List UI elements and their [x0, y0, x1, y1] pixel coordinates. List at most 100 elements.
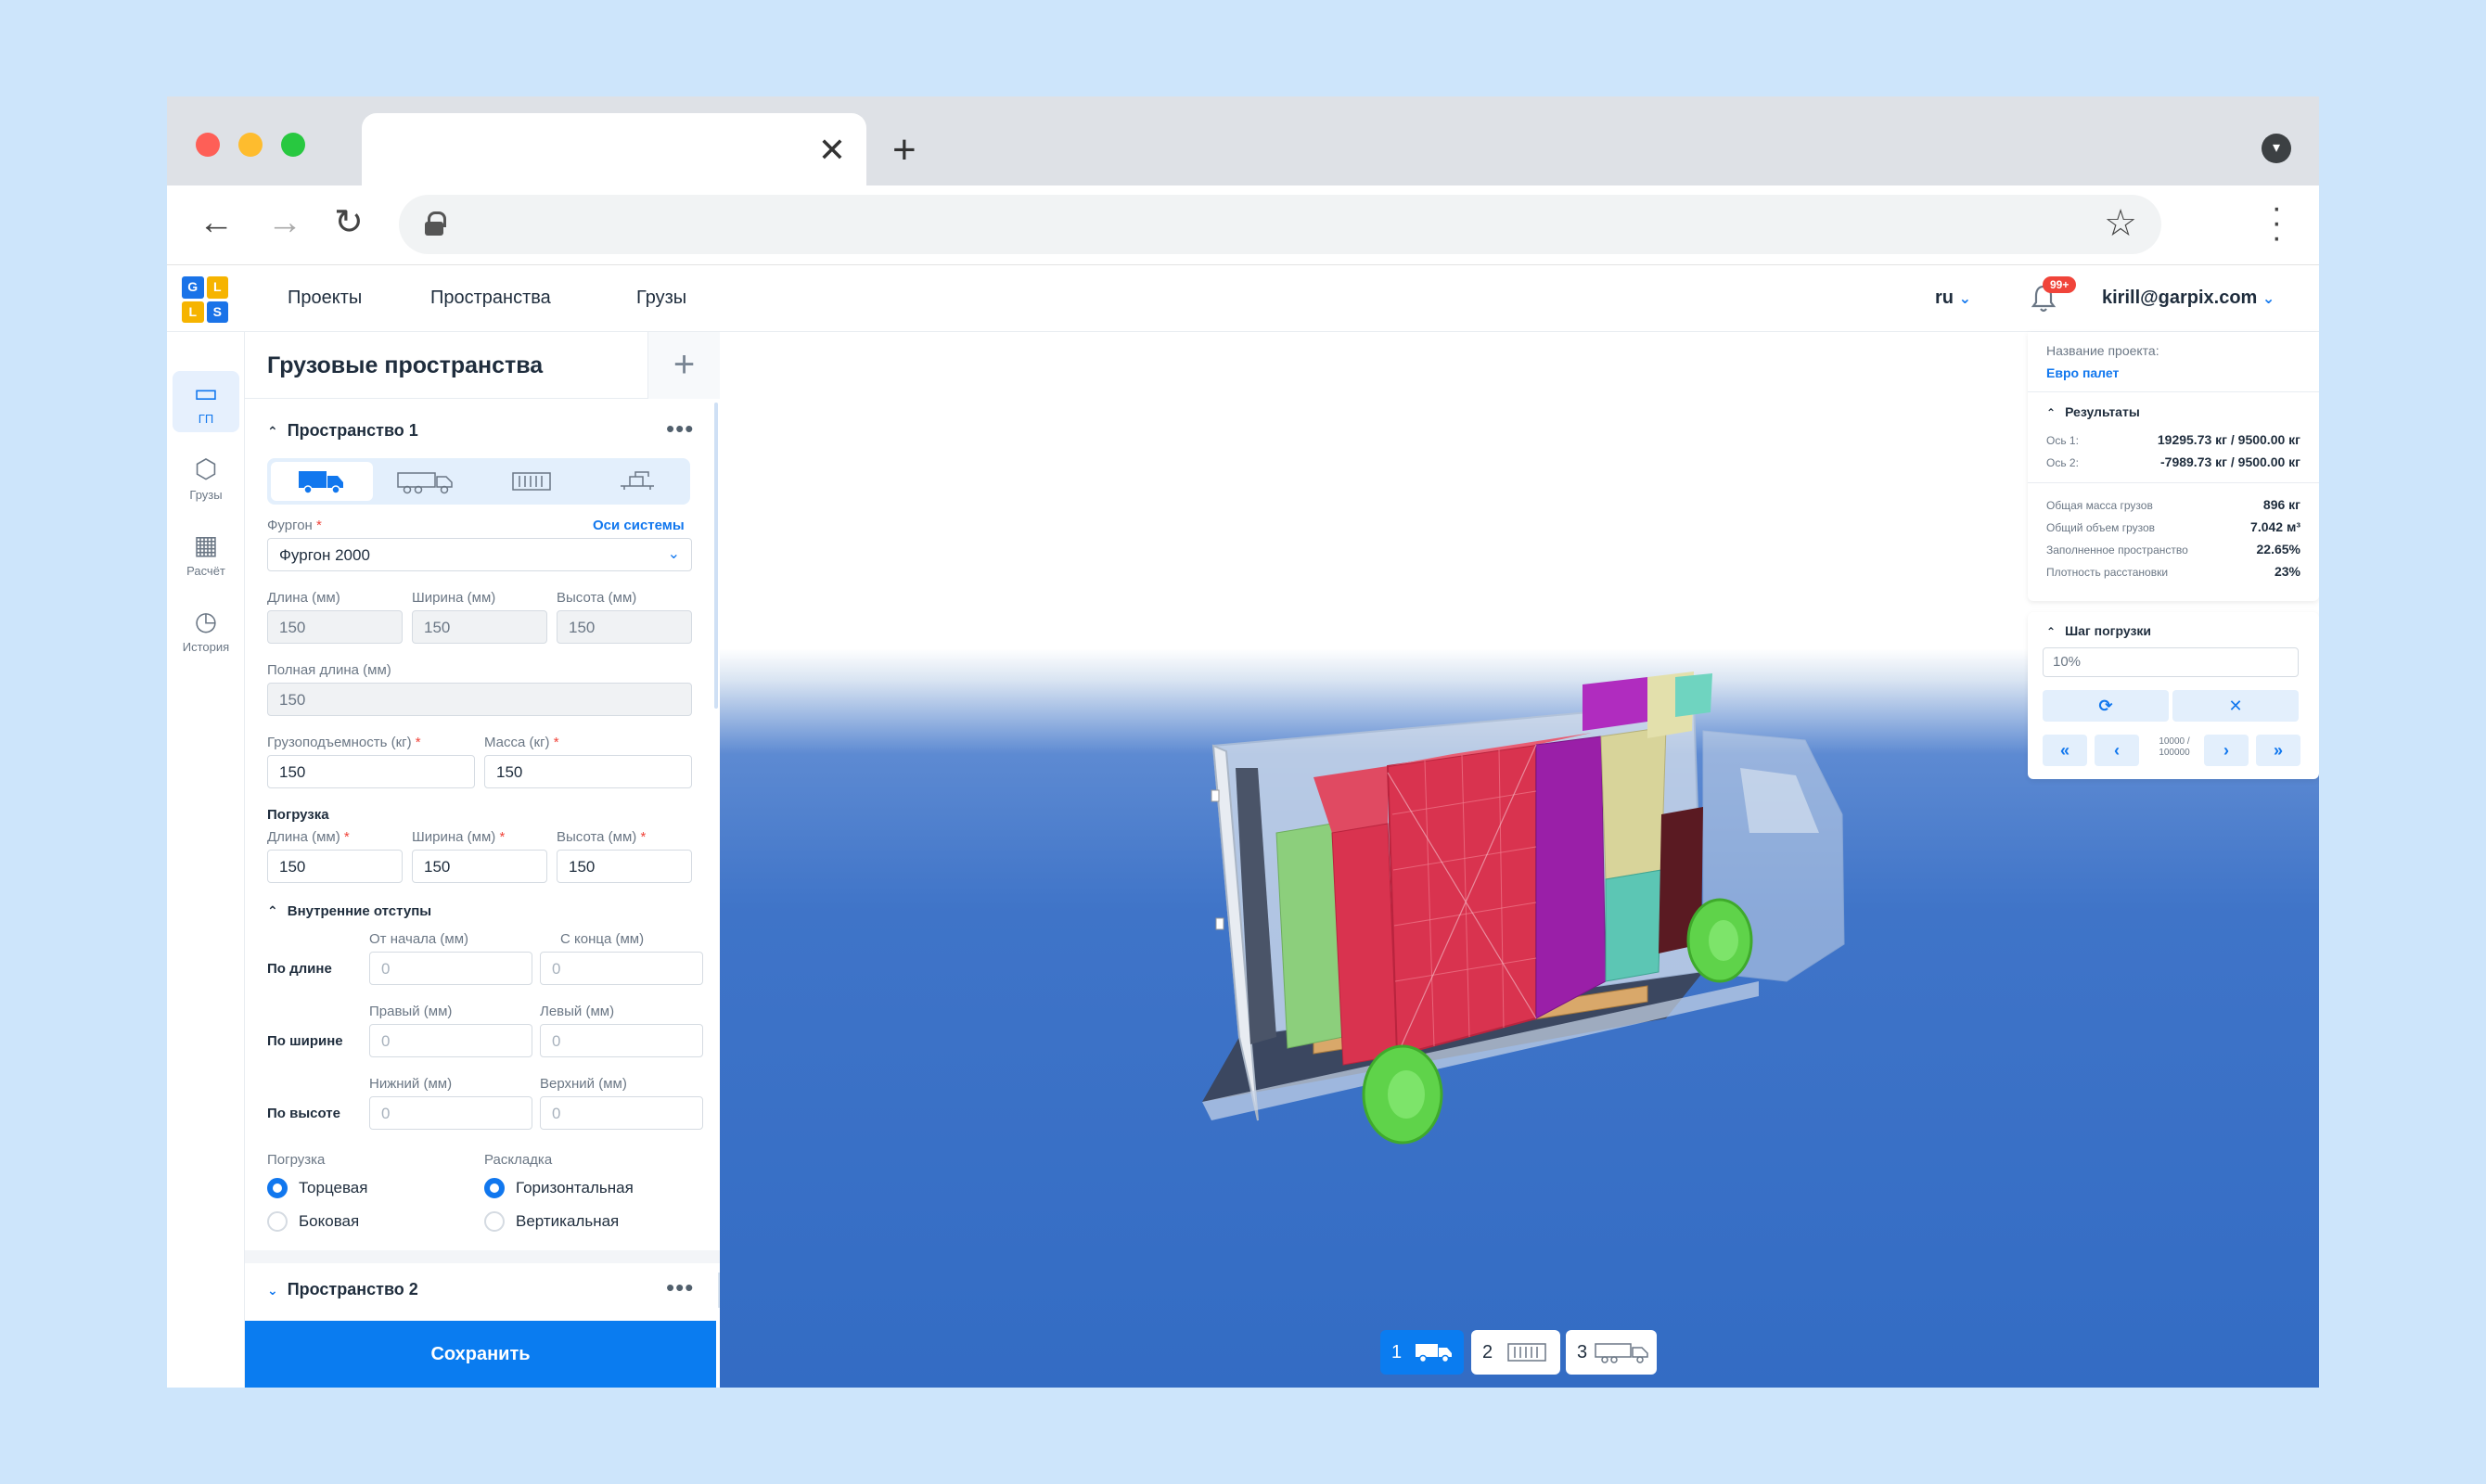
- rail-item-label: Расчёт: [186, 564, 225, 578]
- refresh-step-button[interactable]: ⟳: [2043, 690, 2169, 722]
- van-icon: [299, 471, 343, 494]
- full-length-field[interactable]: 150: [267, 683, 692, 716]
- next-step-button[interactable]: ›: [2204, 735, 2249, 766]
- save-button[interactable]: Сохранить: [245, 1321, 716, 1388]
- padding-header[interactable]: ⌃ Внутренние отступы: [267, 903, 431, 919]
- stat-label: Общий объем грузов: [2046, 521, 2156, 534]
- close-window-button[interactable]: [196, 133, 220, 157]
- radio-loading-end[interactable]: [267, 1178, 288, 1198]
- forward-icon[interactable]: →: [267, 202, 302, 243]
- pad-bottom-field[interactable]: 0: [369, 1096, 532, 1130]
- from-start-label: От начала (мм): [369, 931, 469, 947]
- results-header[interactable]: ⌃ Результаты: [2046, 404, 2140, 419]
- space-switch-1[interactable]: 1: [1380, 1330, 1464, 1375]
- last-step-button[interactable]: »: [2256, 735, 2300, 766]
- back-icon[interactable]: ←: [199, 202, 234, 243]
- maximize-window-button[interactable]: [281, 133, 305, 157]
- section-divider: [245, 1250, 720, 1263]
- space2-header[interactable]: ⌄ Пространство 2: [267, 1280, 418, 1299]
- capacity-label-text: Грузоподъемность (кг): [267, 735, 412, 750]
- browser-tab[interactable]: ✕: [362, 113, 866, 186]
- mass-field[interactable]: 150: [484, 755, 692, 788]
- nav-cargo[interactable]: Грузы: [636, 288, 686, 309]
- length-field[interactable]: 150: [267, 610, 403, 644]
- language-select[interactable]: ru ⌄: [1935, 288, 1971, 309]
- axis2-label: Ось 2:: [2046, 456, 2079, 469]
- space-switch-2[interactable]: 2: [1471, 1330, 1560, 1375]
- vehicle-select[interactable]: Фургон 2000 ⌄: [267, 538, 692, 571]
- step-counter: 10000 /100000: [2154, 736, 2195, 759]
- radio-layout-horizontal[interactable]: [484, 1178, 505, 1198]
- vehicle-tab-truck[interactable]: [375, 462, 477, 501]
- pad-from-start-field[interactable]: 0: [369, 952, 532, 985]
- browser-toolbar: ← → ↻ ☆ · · ·: [167, 186, 2319, 265]
- nav-spaces[interactable]: Пространства: [430, 288, 551, 309]
- right-pad-label: Правый (мм): [369, 1004, 453, 1019]
- required-mark: *: [499, 829, 506, 845]
- panel-scrollbar[interactable]: [714, 403, 718, 709]
- space1-title: Пространство 1: [287, 421, 418, 440]
- full-length-label: Полная длина (мм): [267, 662, 391, 678]
- loading-step-title: Шаг погрузки: [2065, 623, 2152, 638]
- project-name-label: Название проекта:: [2046, 343, 2159, 358]
- space-switch-number: 3: [1577, 1342, 1588, 1362]
- space1-header[interactable]: ⌃ Пространство 1: [267, 421, 418, 441]
- rail-item-cargo[interactable]: ⬡ Грузы: [173, 447, 239, 508]
- capacity-field[interactable]: 150: [267, 755, 475, 788]
- load-width-field[interactable]: 150: [412, 850, 547, 883]
- pad-from-end-field[interactable]: 0: [540, 952, 703, 985]
- app-logo[interactable]: G L L S: [182, 276, 228, 323]
- user-email: kirill@garpix.com: [2102, 288, 2258, 308]
- cancel-step-button[interactable]: ✕: [2172, 690, 2299, 722]
- browser-menu-icon[interactable]: · · ·: [2272, 192, 2282, 253]
- space1-more-icon[interactable]: •••: [666, 416, 694, 441]
- axis2-value: -7989.73 кг / 9500.00 кг: [2160, 454, 2300, 469]
- height-field[interactable]: 150: [557, 610, 692, 644]
- system-axes-link[interactable]: Оси системы: [593, 518, 685, 533]
- container-icon: [1507, 1343, 1546, 1362]
- radio-loading-side[interactable]: [267, 1211, 288, 1232]
- required-mark: *: [316, 518, 322, 533]
- profile-menu-icon[interactable]: ▾: [2262, 134, 2291, 163]
- vehicle-tab-van[interactable]: [271, 462, 373, 501]
- project-name-link[interactable]: Евро палет: [2046, 365, 2119, 380]
- nav-projects[interactable]: Проекты: [288, 288, 362, 309]
- chevron-down-icon: ⌄: [1958, 291, 1971, 307]
- load-length-field[interactable]: 150: [267, 850, 403, 883]
- user-menu[interactable]: kirill@garpix.com ⌄: [2102, 288, 2275, 309]
- rail-item-history[interactable]: ◷ История: [173, 599, 239, 660]
- left-pad-label: Левый (мм): [540, 1004, 615, 1019]
- radio-layout-horizontal-label: Горизонтальная: [516, 1179, 634, 1196]
- bookmark-star-icon[interactable]: ☆: [2104, 202, 2137, 245]
- add-space-button[interactable]: +: [647, 332, 720, 399]
- vehicle-tab-container[interactable]: [481, 462, 583, 501]
- minimize-window-button[interactable]: [238, 133, 263, 157]
- space2-more-icon[interactable]: •••: [666, 1275, 694, 1299]
- space2-title: Пространство 2: [287, 1280, 418, 1298]
- rail-item-spaces[interactable]: ▭ ГП: [173, 371, 239, 432]
- lock-icon: [425, 211, 446, 236]
- load-height-field[interactable]: 150: [557, 850, 692, 883]
- reload-icon[interactable]: ↻: [334, 202, 364, 243]
- tab-close-icon[interactable]: ✕: [818, 134, 846, 167]
- pad-left-field[interactable]: 0: [540, 1024, 703, 1057]
- radio-layout-vertical[interactable]: [484, 1211, 505, 1232]
- first-step-button[interactable]: «: [2043, 735, 2087, 766]
- stat-label: Плотность расстановки: [2046, 566, 2169, 579]
- cargo-space-icon: ▭: [193, 378, 219, 407]
- step-counter-total: 100000: [2159, 748, 2190, 758]
- new-tab-icon[interactable]: +: [892, 130, 916, 171]
- rail-item-calculation[interactable]: ▦ Расчёт: [173, 523, 239, 584]
- loading-step-input[interactable]: 10%: [2043, 647, 2299, 677]
- pad-right-field[interactable]: 0: [369, 1024, 532, 1057]
- pad-top-field[interactable]: 0: [540, 1096, 703, 1130]
- width-field[interactable]: 150: [412, 610, 547, 644]
- loading-step-header[interactable]: ⌃ Шаг погрузки: [2046, 623, 2151, 638]
- vehicle-tab-platform[interactable]: [586, 462, 688, 501]
- space-switch-3[interactable]: 3: [1566, 1330, 1657, 1375]
- radio-layout-vertical-label: Вертикальная: [516, 1212, 620, 1230]
- box-icon: ⬡: [194, 454, 218, 483]
- axis1-value: 19295.73 кг / 9500.00 кг: [2157, 432, 2300, 447]
- address-bar[interactable]: ☆: [399, 195, 2161, 254]
- prev-step-button[interactable]: ‹: [2095, 735, 2139, 766]
